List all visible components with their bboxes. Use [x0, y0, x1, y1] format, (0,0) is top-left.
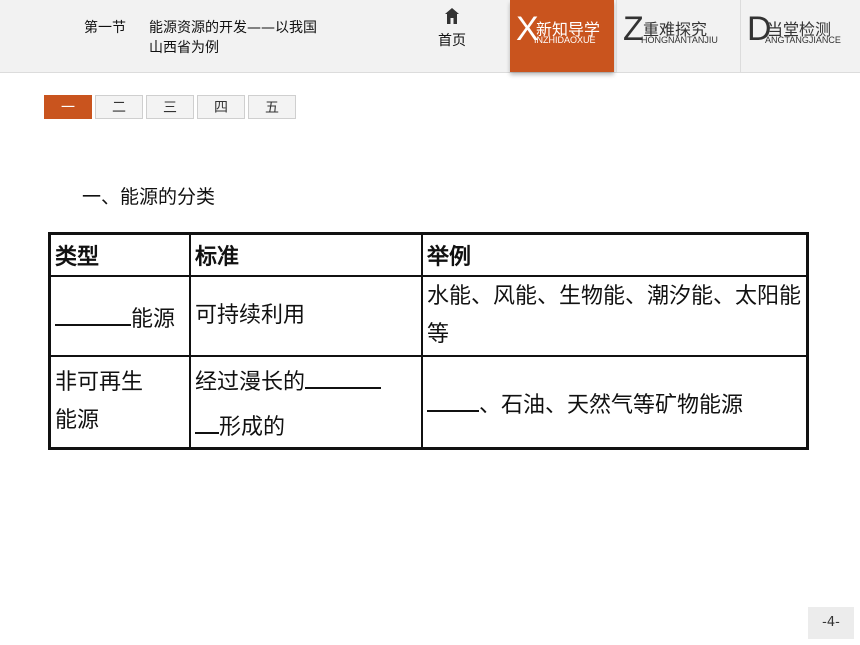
tab-pinyin: HONGNANTANJIU [641, 35, 718, 45]
section-tab-4[interactable]: 四 [197, 95, 245, 119]
tab-zhongnantanjiu[interactable]: Z 重难探究 HONGNANTANJIU [616, 0, 739, 72]
cell-type: 能源 [48, 275, 191, 357]
lesson-label: 第一节 [84, 20, 126, 36]
cell-type: 非可再生能源 [48, 355, 191, 450]
fill-blank [427, 380, 479, 412]
section-tab-5[interactable]: 五 [248, 95, 296, 119]
section-tab-1[interactable]: 一 [44, 95, 92, 119]
top-bar: 第一节 能源资源的开发——以我国山西省为例 首页 X 新知导学 INZHIDAO… [0, 0, 860, 73]
tab-pinyin: ANGTANGJIANCE [765, 35, 841, 45]
cell-type-text: 能源 [131, 306, 176, 332]
energy-classification-table: 类型 标准 举例 能源 可持续利用 水能、风能、生物能、潮汐能、太阳能等 非可再… [48, 232, 809, 450]
cell-example: 、石油、天然气等矿物能源 [421, 355, 809, 450]
tab-pinyin: INZHIDAOXUE [534, 35, 596, 45]
page-number: -4- [808, 607, 854, 639]
cell-standard-text-b: 形成的 [219, 415, 286, 440]
cell-standard-text: 可持续利用 [195, 303, 306, 328]
header-example: 举例 [421, 232, 809, 277]
section-heading: 一、能源的分类 [82, 186, 216, 208]
table-row: 能源 可持续利用 水能、风能、生物能、潮汐能、太阳能等 [48, 275, 809, 357]
section-tab-3[interactable]: 三 [146, 95, 194, 119]
home-icon [445, 8, 459, 24]
table-row: 非可再生能源 经过漫长的 形成的 、石油、天然气等矿物能源 [48, 355, 809, 450]
tab-dangtangjiance[interactable]: D 当堂检测 ANGTANGJIANCE [740, 0, 860, 72]
cell-standard: 经过漫长的 形成的 [189, 355, 423, 450]
section-tab-2[interactable]: 二 [95, 95, 143, 119]
cell-example-text: 水能、风能、生物能、潮汐能、太阳能等 [427, 284, 802, 347]
cell-example: 水能、风能、生物能、潮汐能、太阳能等 [421, 275, 809, 357]
fill-blank [55, 294, 131, 326]
section-tabs: 一 二 三 四 五 [44, 95, 299, 119]
header-standard: 标准 [189, 232, 423, 277]
fill-blank [195, 402, 219, 434]
header-type: 类型 [48, 232, 191, 277]
home-button[interactable]: 首页 [426, 8, 478, 50]
cell-example-text: 、石油、天然气等矿物能源 [479, 392, 744, 418]
table-header-row: 类型 标准 举例 [48, 232, 809, 277]
fill-blank [305, 357, 382, 389]
tab-xinzhidaoxue[interactable]: X 新知导学 INZHIDAOXUE [510, 0, 614, 72]
cell-standard: 可持续利用 [189, 275, 423, 357]
cell-standard-text-a: 经过漫长的 [195, 370, 306, 395]
home-label: 首页 [438, 33, 466, 49]
cell-type-text: 非可再生能源 [55, 370, 144, 433]
lesson-title: 能源资源的开发——以我国山西省为例 [149, 20, 317, 56]
